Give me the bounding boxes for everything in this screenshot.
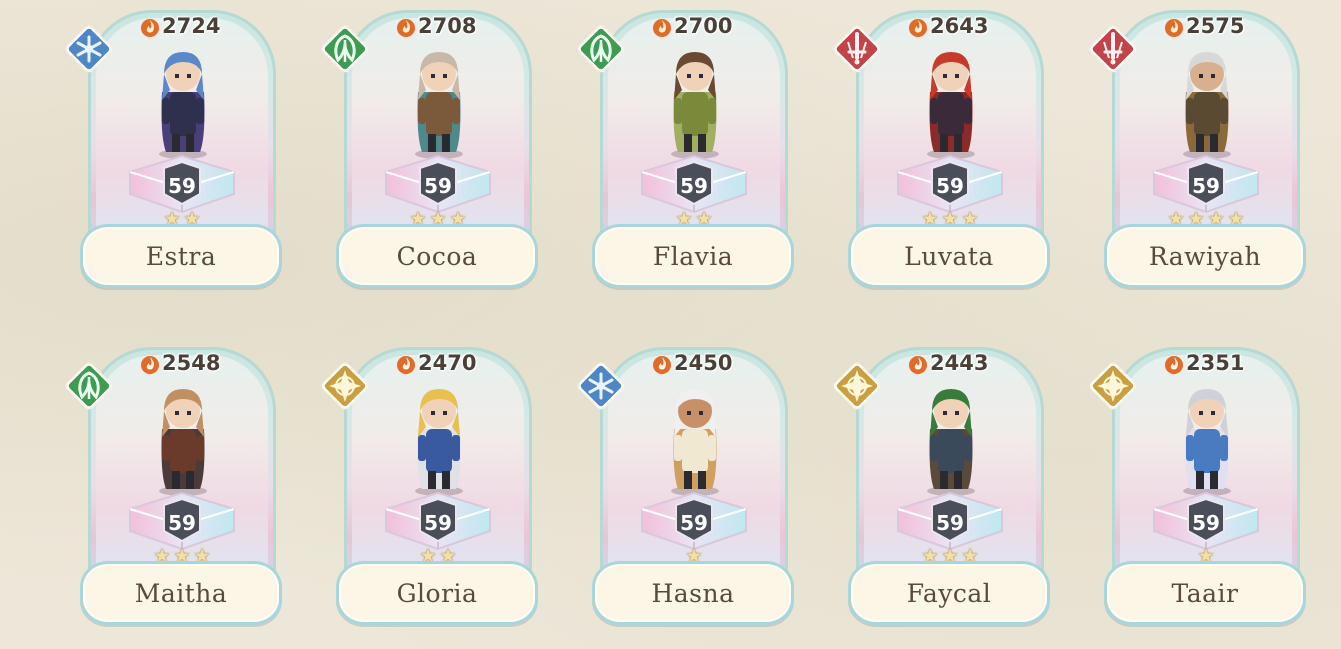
hero-sprite <box>398 40 480 160</box>
power-rating: 2700 <box>652 14 732 38</box>
hero-sprite <box>142 40 224 160</box>
hero-sprite <box>398 377 480 497</box>
hero-card[interactable]: 2450 59 ★ Hasna <box>577 341 796 631</box>
compass-star-icon <box>318 359 372 413</box>
hero-card[interactable]: 2548 59 ★ ★ ★ Maitha <box>65 341 284 631</box>
power-rating: 2548 <box>140 351 220 375</box>
power-rating: 2708 <box>396 14 476 38</box>
hero-grid: 2724 59 ★ ★ Estra 2708 59 ★ ★ ★ Cocoa 2700 59 ★ ★ Flavi… <box>0 0 1341 649</box>
hero-name: Cocoa <box>396 241 478 271</box>
hero-name: Hasna <box>651 578 735 608</box>
level-badge: 59 <box>1192 511 1220 535</box>
power-rating: 2575 <box>1164 14 1244 38</box>
power-value: 2450 <box>674 351 733 375</box>
flame-icon <box>908 16 927 37</box>
hero-nameplate: Flavia <box>592 224 794 288</box>
compass-star-icon <box>830 359 884 413</box>
power-rating: 2724 <box>140 14 220 38</box>
hero-name: Maitha <box>134 578 228 608</box>
level-badge: 59 <box>680 511 708 535</box>
hero-name: Luvata <box>904 241 994 271</box>
flame-icon <box>140 16 159 37</box>
hero-nameplate: Faycal <box>848 561 1050 625</box>
power-value: 2548 <box>162 351 221 375</box>
hero-nameplate: Maitha <box>80 561 282 625</box>
flame-icon <box>652 16 671 37</box>
hero-name: Estra <box>145 241 217 271</box>
hero-card[interactable]: 2724 59 ★ ★ Estra <box>65 4 284 294</box>
sword-icon <box>1086 22 1140 76</box>
hero-card[interactable]: 2443 59 ★ ★ ★ Faycal <box>833 341 1052 631</box>
hero-card[interactable]: 2708 59 ★ ★ ★ Cocoa <box>321 4 540 294</box>
sword-icon <box>830 22 884 76</box>
power-value: 2575 <box>1186 14 1245 38</box>
level-badge: 59 <box>680 174 708 198</box>
hero-sprite <box>910 377 992 497</box>
power-value: 2700 <box>674 14 733 38</box>
flame-icon <box>908 353 927 374</box>
compass-star-icon <box>1086 359 1140 413</box>
flame-icon <box>396 353 415 374</box>
leaf-icon <box>574 22 628 76</box>
hero-nameplate: Taair <box>1104 561 1306 625</box>
level-badge: 59 <box>936 174 964 198</box>
power-rating: 2351 <box>1164 351 1244 375</box>
hero-sprite <box>910 40 992 160</box>
power-value: 2470 <box>418 351 477 375</box>
power-value: 2443 <box>930 351 989 375</box>
leaf-icon <box>62 359 116 413</box>
hero-nameplate: Gloria <box>336 561 538 625</box>
flame-icon <box>652 353 671 374</box>
hero-nameplate: Cocoa <box>336 224 538 288</box>
snowflake-icon <box>62 22 116 76</box>
level-badge: 59 <box>424 174 452 198</box>
hero-nameplate: Luvata <box>848 224 1050 288</box>
hero-sprite <box>142 377 224 497</box>
level-badge: 59 <box>424 511 452 535</box>
hero-name: Rawiyah <box>1148 241 1262 271</box>
hero-sprite <box>1166 40 1248 160</box>
hero-card[interactable]: 2470 59 ★ ★ Gloria <box>321 341 540 631</box>
level-badge: 59 <box>168 174 196 198</box>
hero-nameplate: Estra <box>80 224 282 288</box>
hero-nameplate: Rawiyah <box>1104 224 1306 288</box>
level-badge: 59 <box>168 511 196 535</box>
hero-card[interactable]: 2575 59 ★ ★ ★ ★ Rawiyah <box>1089 4 1308 294</box>
flame-icon <box>1164 353 1183 374</box>
power-value: 2724 <box>162 14 221 38</box>
power-value: 2708 <box>418 14 477 38</box>
power-rating: 2470 <box>396 351 476 375</box>
hero-sprite <box>654 377 736 497</box>
flame-icon <box>140 353 159 374</box>
level-badge: 59 <box>936 511 964 535</box>
level-badge: 59 <box>1192 174 1220 198</box>
hero-sprite <box>1166 377 1248 497</box>
leaf-icon <box>318 22 372 76</box>
power-value: 2643 <box>930 14 989 38</box>
hero-card[interactable]: 2643 59 ★ ★ ★ Luvata <box>833 4 1052 294</box>
hero-sprite <box>654 40 736 160</box>
power-rating: 2443 <box>908 351 988 375</box>
flame-icon <box>396 16 415 37</box>
power-rating: 2450 <box>652 351 732 375</box>
hero-card[interactable]: 2351 59 ★ Taair <box>1089 341 1308 631</box>
hero-card[interactable]: 2700 59 ★ ★ Flavia <box>577 4 796 294</box>
power-rating: 2643 <box>908 14 988 38</box>
hero-name: Flavia <box>652 241 734 271</box>
hero-name: Taair <box>1171 578 1239 608</box>
snowflake-icon <box>574 359 628 413</box>
hero-nameplate: Hasna <box>592 561 794 625</box>
power-value: 2351 <box>1186 351 1245 375</box>
hero-name: Faycal <box>906 578 992 608</box>
hero-name: Gloria <box>396 578 478 608</box>
flame-icon <box>1164 16 1183 37</box>
